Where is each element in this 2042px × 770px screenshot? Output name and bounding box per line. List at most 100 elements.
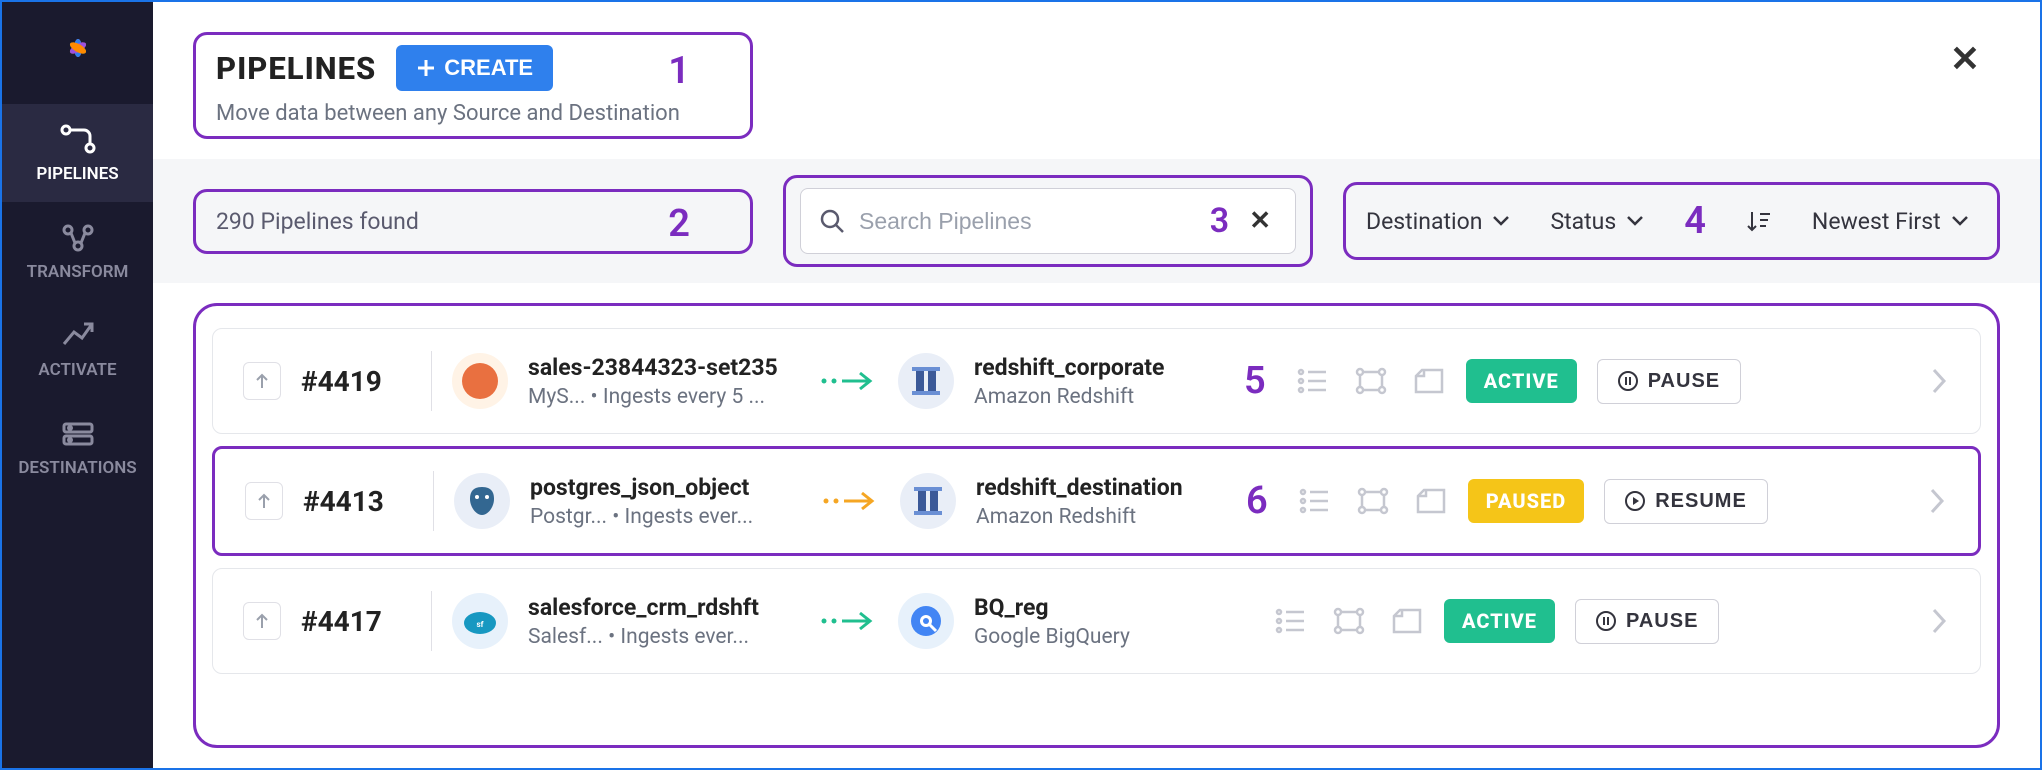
annotation-3: 3: [1210, 201, 1229, 241]
list-icon[interactable]: [1298, 486, 1332, 516]
action-label: PAUSE: [1626, 610, 1698, 633]
filter-destination[interactable]: Destination: [1366, 208, 1510, 235]
list-icon[interactable]: [1274, 606, 1308, 636]
annotation-6: 6: [1246, 479, 1268, 523]
sidebar: PIPELINES TRANSFORM ACTIVATE DESTINATION…: [2, 2, 153, 768]
destination-subtitle: Amazon Redshift: [976, 505, 1226, 529]
list-icon[interactable]: [1296, 366, 1330, 396]
schema-icon[interactable]: [1332, 606, 1366, 636]
workflow-icon[interactable]: [1414, 486, 1448, 516]
flow-arrow-icon: [818, 369, 878, 393]
pipeline-id: #4413: [303, 485, 413, 518]
action-label: PAUSE: [1648, 370, 1720, 393]
divider: [433, 471, 434, 531]
annotation-4: 4: [1684, 199, 1706, 243]
chevron-down-icon: [1626, 215, 1644, 227]
destination-icon: [898, 353, 954, 409]
filters-section: Destination Status 4 Newest First: [1343, 182, 2000, 260]
source-icon: [454, 473, 510, 529]
search-section: 3 ✕: [783, 175, 1313, 267]
nav-destinations[interactable]: DESTINATIONS: [2, 398, 153, 496]
pipeline-id: #4417: [301, 605, 411, 638]
page-subtitle: Move data between any Source and Destina…: [216, 101, 730, 126]
nav-transform[interactable]: TRANSFORM: [2, 202, 153, 300]
schema-icon[interactable]: [1354, 366, 1388, 396]
pipeline-row[interactable]: #4419 sales-23844323-set235 MyS... • Ing…: [212, 328, 1981, 434]
nav-activate[interactable]: ACTIVATE: [2, 300, 153, 398]
source-subtitle: MyS... • Ingests every 5 ...: [528, 385, 798, 409]
destination-icon: [898, 593, 954, 649]
pause-button[interactable]: PAUSE: [1597, 359, 1741, 404]
source-name: salesforce_crm_rdshft: [528, 594, 798, 621]
nav-pipelines[interactable]: PIPELINES: [2, 104, 153, 202]
search-icon: [819, 208, 845, 234]
annotation-2: 2: [668, 202, 690, 246]
results-count-box: 290 Pipelines found 2: [193, 189, 753, 254]
main-content: PIPELINES CREATE Move data between any S…: [153, 2, 2040, 768]
create-button[interactable]: CREATE: [396, 45, 553, 91]
filter-status[interactable]: Status: [1550, 208, 1644, 235]
workflow-icon[interactable]: [1390, 606, 1424, 636]
pin-button[interactable]: [245, 482, 283, 520]
nav-label: ACTIVATE: [38, 360, 116, 380]
nav-label: TRANSFORM: [27, 262, 129, 282]
annotation-1: 1: [668, 49, 690, 93]
chevron-right-icon[interactable]: [1926, 486, 1948, 516]
arrow-up-icon: [255, 492, 273, 510]
toolbar: 290 Pipelines found 2 3 ✕ Destination St…: [153, 159, 2040, 283]
sort-label: Newest First: [1812, 208, 1941, 235]
create-label: CREATE: [444, 55, 533, 81]
source-subtitle: Postgr... • Ingests ever...: [530, 505, 800, 529]
flow-arrow-icon: [818, 609, 878, 633]
destination-name: BQ_reg: [974, 594, 1224, 621]
arrow-up-icon: [253, 612, 271, 630]
destination-name: redshift_destination: [976, 474, 1226, 501]
status-badge: ACTIVE: [1444, 599, 1555, 643]
nav-label: DESTINATIONS: [18, 458, 136, 478]
chevron-right-icon[interactable]: [1928, 606, 1950, 636]
plus-icon: [416, 58, 436, 78]
source-icon: sf: [452, 593, 508, 649]
divider: [431, 351, 432, 411]
flow-arrow-icon: [820, 489, 880, 513]
destination-subtitle: Amazon Redshift: [974, 385, 1224, 409]
destination-subtitle: Google BigQuery: [974, 625, 1224, 649]
chevron-right-icon[interactable]: [1928, 366, 1950, 396]
arrow-up-icon: [253, 372, 271, 390]
resume-button[interactable]: RESUME: [1604, 479, 1768, 524]
status-badge: PAUSED: [1468, 479, 1585, 523]
filter-destination-label: Destination: [1366, 208, 1482, 235]
source-name: sales-23844323-set235: [528, 354, 798, 381]
divider: [431, 591, 432, 651]
pause-icon: [1596, 611, 1616, 631]
destination-name: redshift_corporate: [974, 354, 1224, 381]
pin-button[interactable]: [243, 362, 281, 400]
source-subtitle: Salesf... • Ingests ever...: [528, 625, 798, 649]
action-label: RESUME: [1655, 490, 1747, 513]
pipeline-row[interactable]: #4413 postgres_json_object Postgr... • I…: [212, 446, 1981, 556]
chevron-down-icon: [1951, 215, 1969, 227]
pause-icon: [1618, 371, 1638, 391]
page-title: PIPELINES: [216, 50, 376, 87]
play-icon: [1625, 491, 1645, 511]
pipeline-row[interactable]: #4417 sf salesforce_crm_rdshft Salesf...…: [212, 568, 1981, 674]
pause-button[interactable]: PAUSE: [1575, 599, 1719, 644]
workflow-icon[interactable]: [1412, 366, 1446, 396]
pin-button[interactable]: [243, 602, 281, 640]
schema-icon[interactable]: [1356, 486, 1390, 516]
pipeline-id: #4419: [301, 365, 411, 398]
source-icon: [452, 353, 508, 409]
header-section: PIPELINES CREATE Move data between any S…: [193, 32, 753, 139]
pipelines-list: #4419 sales-23844323-set235 MyS... • Ing…: [193, 303, 2000, 748]
filter-status-label: Status: [1550, 208, 1616, 235]
annotation-5: 5: [1244, 359, 1266, 403]
nav-label: PIPELINES: [36, 164, 118, 184]
search-input[interactable]: [859, 208, 1196, 235]
sort-newest-first[interactable]: Newest First: [1812, 208, 1969, 235]
sort-icon[interactable]: [1746, 208, 1772, 234]
clear-search-icon[interactable]: ✕: [1243, 206, 1277, 236]
app-logo: [52, 22, 104, 74]
close-icon[interactable]: ✕: [1930, 32, 2000, 86]
status-badge: ACTIVE: [1466, 359, 1577, 403]
destination-icon: [900, 473, 956, 529]
